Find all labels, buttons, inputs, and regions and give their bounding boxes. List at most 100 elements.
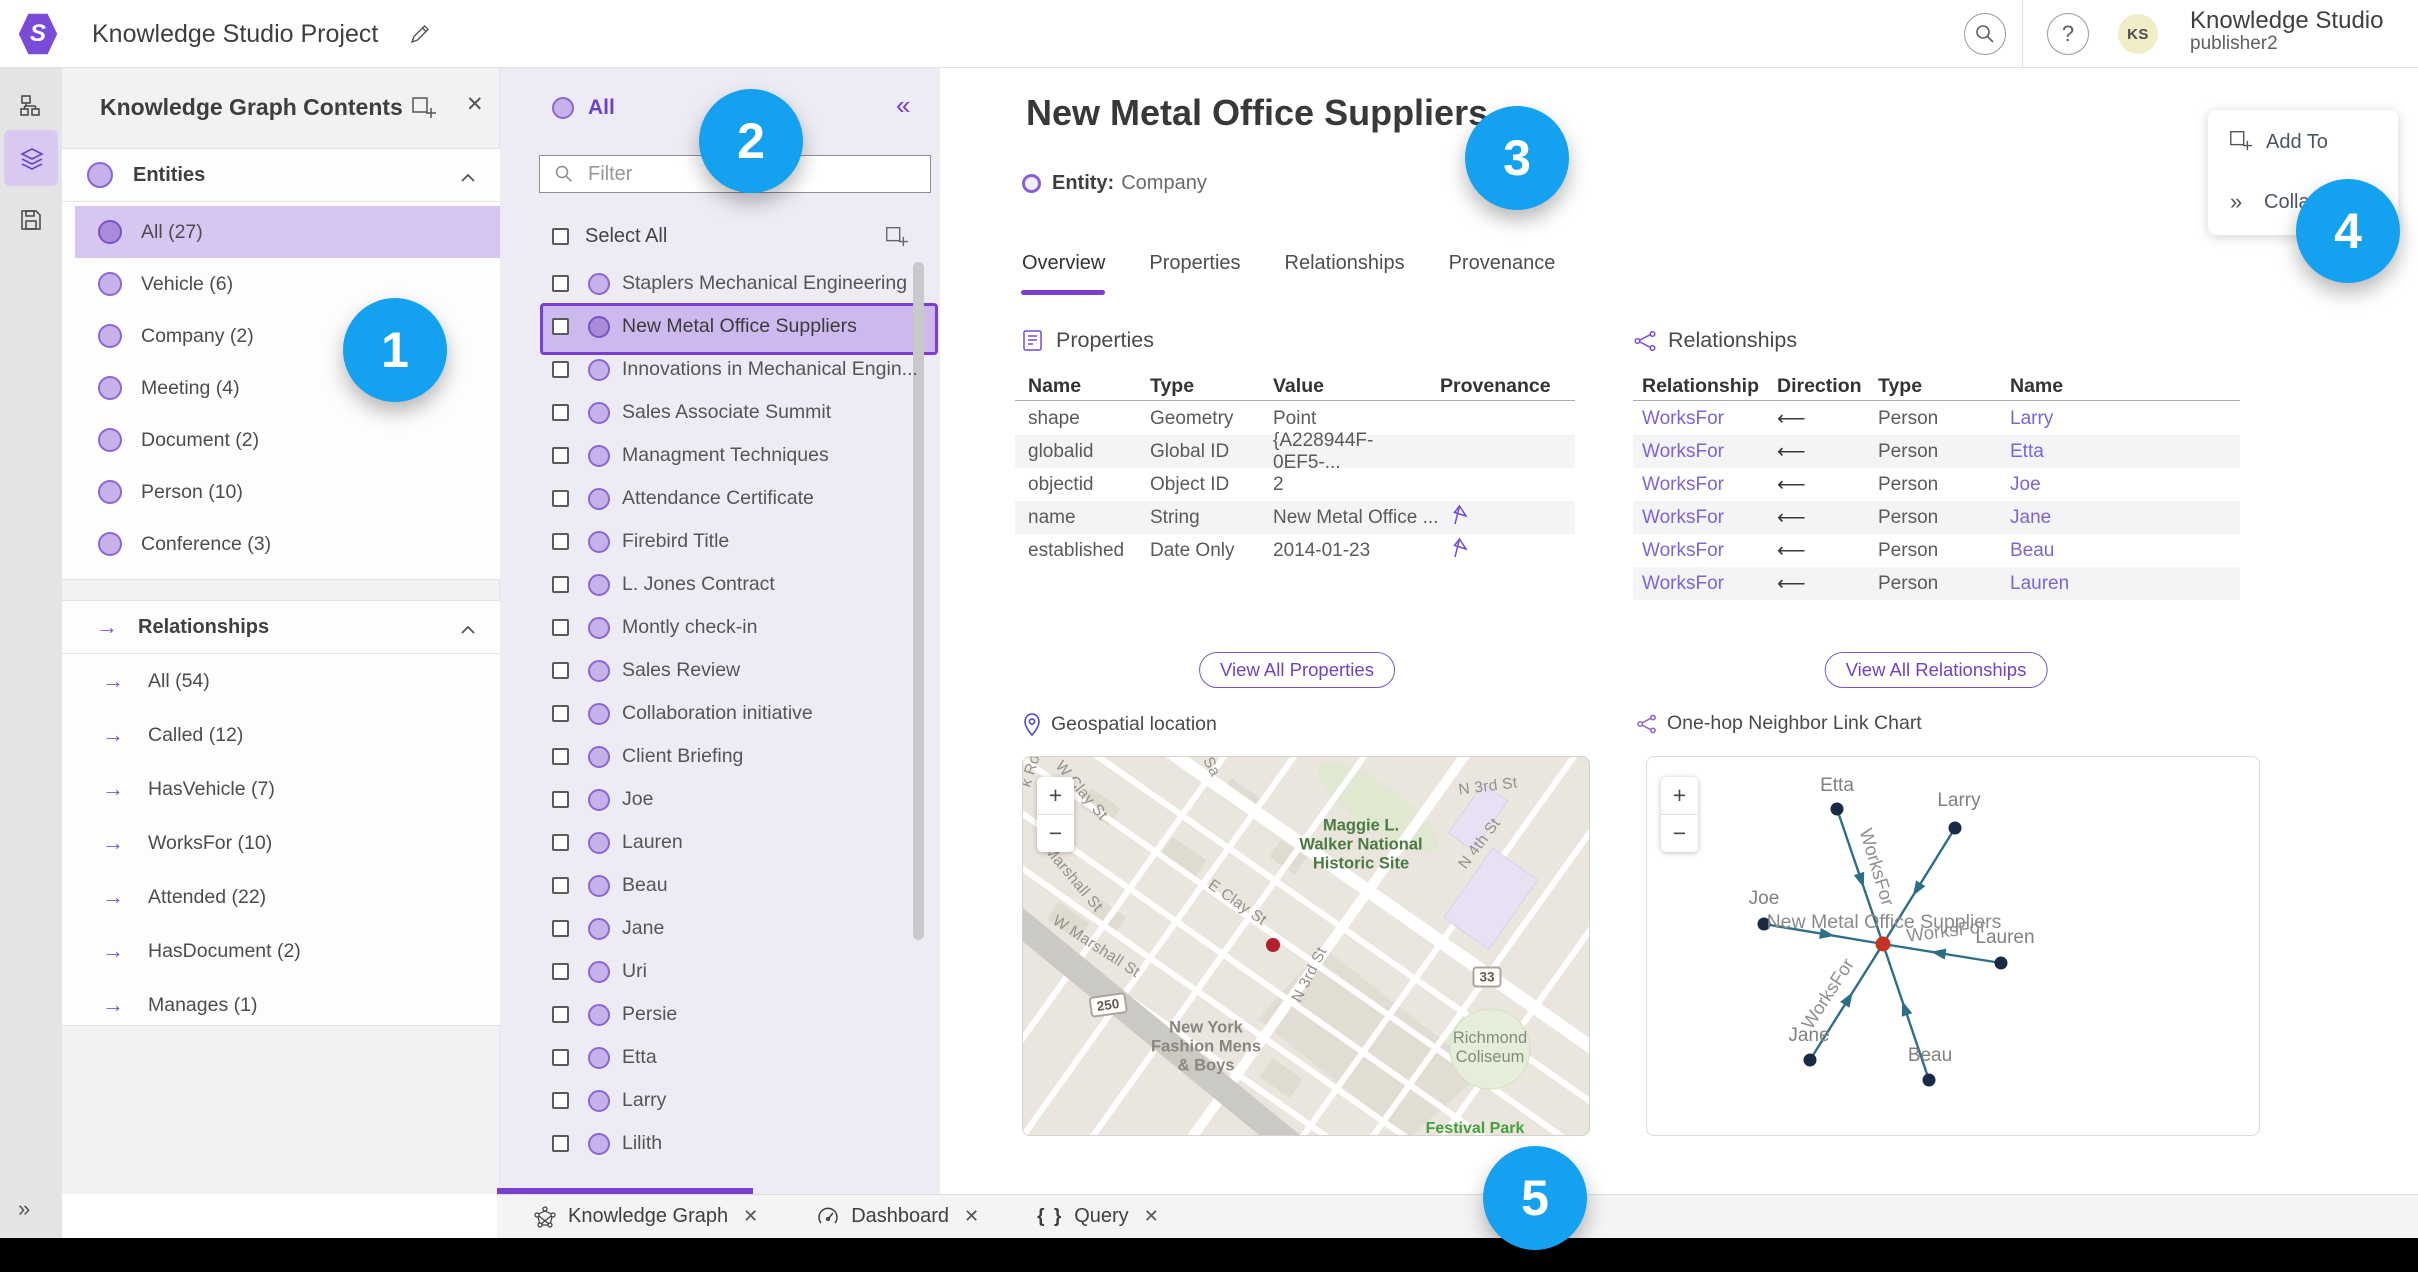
related-entity-link[interactable]: Joe	[2010, 474, 2240, 496]
list-item[interactable]: Client Briefing	[500, 735, 940, 778]
add-to-new-window-icon[interactable]	[884, 224, 908, 253]
tab-properties[interactable]: Properties	[1149, 252, 1240, 275]
item-checkbox[interactable]	[552, 834, 569, 851]
save-icon[interactable]	[18, 207, 44, 238]
related-entity-link[interactable]: Lauren	[2010, 573, 2240, 595]
zoom-out-button[interactable]: −	[1037, 815, 1074, 852]
item-checkbox[interactable]	[552, 1092, 569, 1109]
chevron-up-icon[interactable]	[460, 622, 476, 640]
related-entity-link[interactable]: Jane	[2010, 507, 2240, 529]
related-entity-link[interactable]: Larry	[2010, 408, 2240, 430]
item-checkbox[interactable]	[552, 920, 569, 937]
view-all-relationships-button[interactable]: View All Relationships	[1824, 652, 2048, 688]
item-checkbox[interactable]	[552, 963, 569, 980]
item-checkbox[interactable]	[552, 748, 569, 765]
item-checkbox[interactable]	[552, 404, 569, 421]
entities-section-header[interactable]: Entities	[62, 149, 500, 201]
relationship-link[interactable]: WorksFor	[1642, 507, 1777, 529]
bottom-tab-query[interactable]: { } Query ✕	[1037, 1205, 1159, 1228]
list-item[interactable]: Staplers Mechanical Engineering	[500, 262, 940, 305]
item-checkbox[interactable]	[552, 275, 569, 292]
sidebar-item-relationship[interactable]: → Called (12)	[62, 708, 500, 762]
relationship-link[interactable]: WorksFor	[1642, 441, 1777, 463]
relationship-link[interactable]: WorksFor	[1642, 474, 1777, 496]
relationship-link[interactable]: WorksFor	[1642, 573, 1777, 595]
avatar[interactable]: KS	[2118, 14, 2158, 54]
item-checkbox[interactable]	[552, 576, 569, 593]
zoom-in-button[interactable]: +	[1661, 777, 1698, 814]
related-entity-link[interactable]: Etta	[2010, 441, 2240, 463]
item-checkbox[interactable]	[552, 1049, 569, 1066]
person-node[interactable]	[1803, 1053, 1817, 1067]
list-item[interactable]: Uri	[500, 950, 940, 993]
center-entity-node[interactable]	[1875, 936, 1891, 952]
add-to-new-window-icon[interactable]	[410, 94, 436, 125]
person-node[interactable]	[1994, 956, 2008, 970]
schema-tree-icon[interactable]	[18, 93, 44, 124]
zoom-in-button[interactable]: +	[1037, 777, 1074, 814]
close-tab-icon[interactable]: ✕	[1144, 1206, 1159, 1227]
item-checkbox[interactable]	[552, 447, 569, 464]
list-item[interactable]: New Metal Office Suppliers	[500, 303, 940, 355]
list-item[interactable]: Managment Techniques	[500, 434, 940, 477]
close-tab-icon[interactable]: ✕	[743, 1206, 758, 1227]
sidebar-item-relationship[interactable]: → All (54)	[62, 654, 500, 708]
expand-panel-chevrons-icon[interactable]: »	[18, 1196, 30, 1222]
close-panel-icon[interactable]: ✕	[466, 92, 484, 117]
list-item[interactable]: Sales Associate Summit	[500, 391, 940, 434]
list-item[interactable]: Etta	[500, 1036, 940, 1079]
sidebar-item-relationship[interactable]: → WorksFor (10)	[62, 816, 500, 870]
person-node[interactable]	[1948, 821, 1962, 835]
user-block[interactable]: Knowledge Studio publisher2	[2190, 8, 2383, 54]
item-checkbox[interactable]	[552, 361, 569, 378]
list-item[interactable]: Larry	[500, 1079, 940, 1122]
item-checkbox[interactable]	[552, 490, 569, 507]
list-item[interactable]: Montly check-in	[500, 606, 940, 649]
relationships-section-header[interactable]: → Relationships	[62, 601, 500, 653]
item-checkbox[interactable]	[552, 662, 569, 679]
item-checkbox[interactable]	[552, 877, 569, 894]
item-checkbox[interactable]	[552, 318, 569, 335]
provenance-flag-icon[interactable]	[1450, 504, 1469, 530]
layers-icon[interactable]	[18, 145, 46, 178]
tab-provenance[interactable]: Provenance	[1449, 252, 1556, 275]
list-item[interactable]: Beau	[500, 864, 940, 907]
tab-overview[interactable]: Overview	[1022, 252, 1105, 275]
related-entity-link[interactable]: Beau	[2010, 540, 2240, 562]
sidebar-item-relationship[interactable]: → HasVehicle (7)	[62, 762, 500, 816]
person-node[interactable]	[1922, 1073, 1936, 1087]
bottom-tab-dashboard[interactable]: Dashboard ✕	[816, 1205, 979, 1229]
sidebar-item-entity[interactable]: Person (10)	[62, 466, 500, 518]
list-item[interactable]: Lauren	[500, 821, 940, 864]
sidebar-item-relationship[interactable]: → Attended (22)	[62, 870, 500, 924]
item-checkbox[interactable]	[552, 1135, 569, 1152]
help-icon[interactable]: ?	[2047, 13, 2089, 55]
person-node[interactable]	[1830, 802, 1844, 816]
list-item[interactable]: Innovations in Mechanical Engin...	[500, 348, 940, 391]
chevron-up-icon[interactable]	[460, 170, 476, 188]
one-hop-link-chart[interactable]: Etta Larry Joe Lauren Jane Beau New Metal Offi…	[1646, 756, 2260, 1136]
list-item[interactable]: Jane	[500, 907, 940, 950]
sidebar-item-relationship[interactable]: → Manages (1)	[62, 978, 500, 1032]
list-item[interactable]: Persie	[500, 993, 940, 1036]
view-all-properties-button[interactable]: View All Properties	[1199, 652, 1395, 688]
relationship-link[interactable]: WorksFor	[1642, 408, 1777, 430]
sidebar-item-entity[interactable]: Document (2)	[62, 414, 500, 466]
relationship-link[interactable]: WorksFor	[1642, 540, 1777, 562]
tab-relationships[interactable]: Relationships	[1285, 252, 1405, 275]
geospatial-map[interactable]: k Ro W Clay St Sa Marshall St W Marshall St E…	[1022, 756, 1590, 1136]
list-item[interactable]: Lilith	[500, 1122, 940, 1165]
collapse-panel-icon[interactable]: «	[896, 92, 910, 118]
item-checkbox[interactable]	[552, 533, 569, 550]
list-item[interactable]: L. Jones Contract	[500, 563, 940, 606]
edit-title-pencil-icon[interactable]	[408, 22, 432, 51]
sidebar-item-entity[interactable]: Vehicle (6)	[62, 258, 500, 310]
list-item[interactable]: Sales Review	[500, 649, 940, 692]
list-item[interactable]: Collaboration initiative	[500, 692, 940, 735]
item-checkbox[interactable]	[552, 791, 569, 808]
close-tab-icon[interactable]: ✕	[964, 1206, 979, 1227]
sidebar-item-entity[interactable]: All (27)	[62, 206, 500, 258]
item-checkbox[interactable]	[552, 619, 569, 636]
zoom-out-button[interactable]: −	[1661, 815, 1698, 852]
item-checkbox[interactable]	[552, 705, 569, 722]
